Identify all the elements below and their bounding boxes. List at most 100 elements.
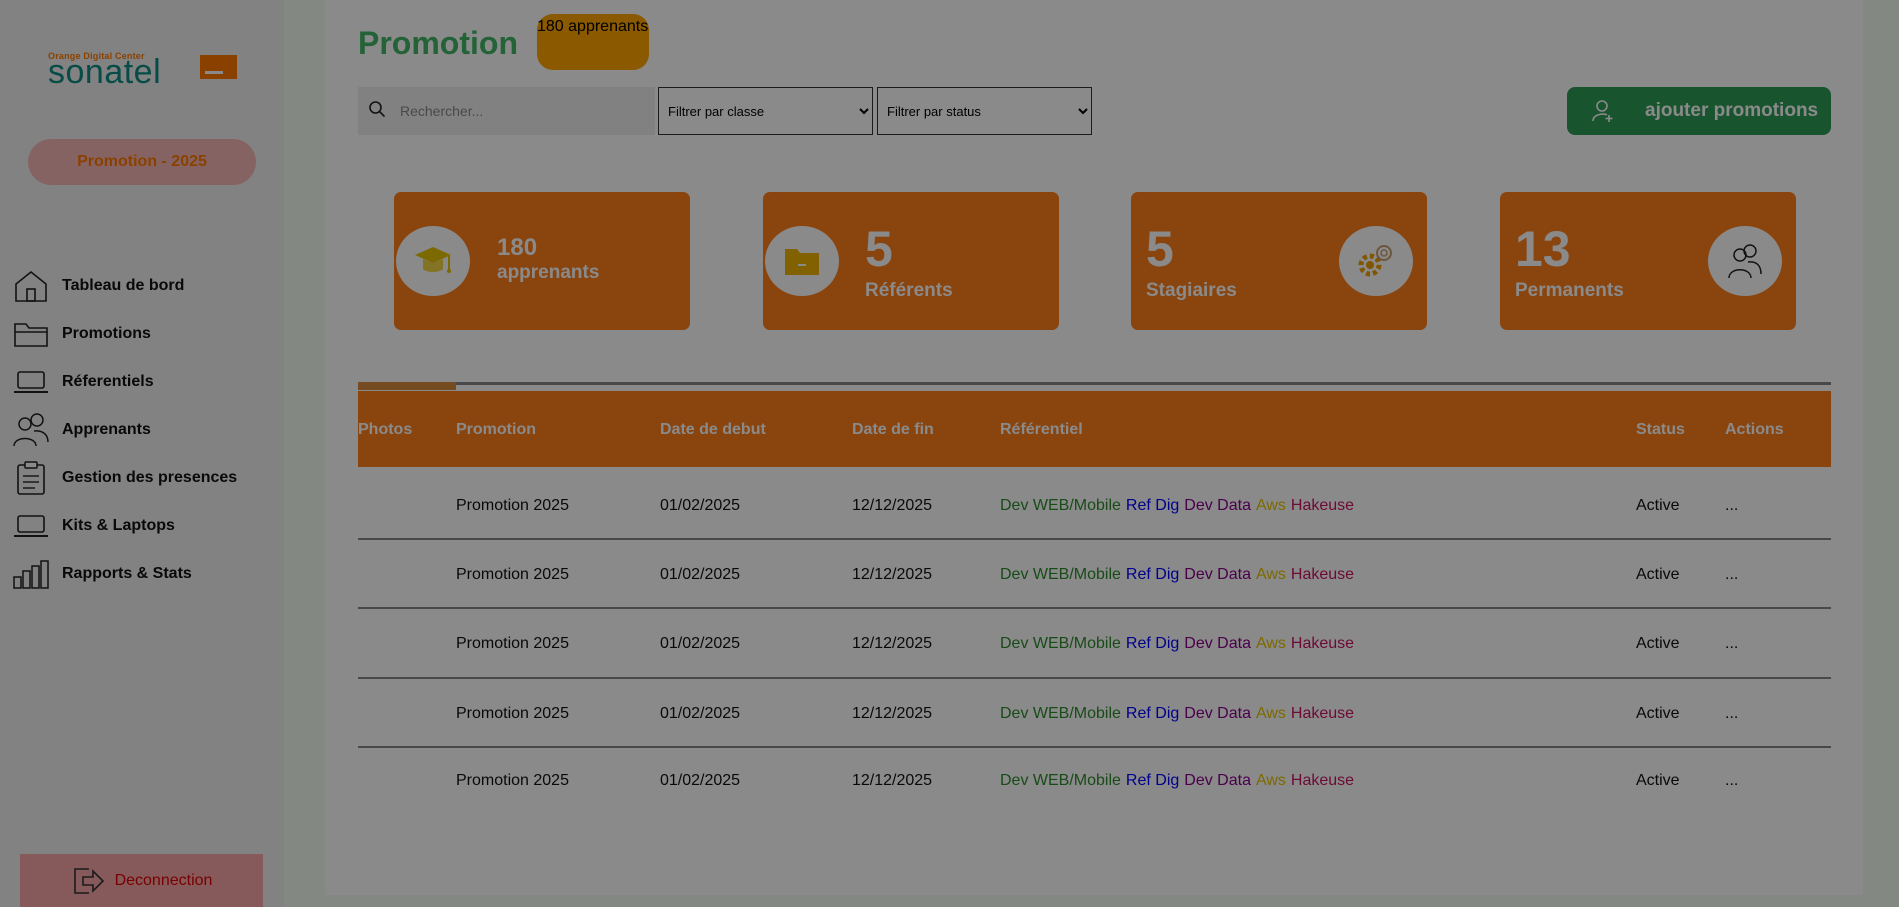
- logo-wordmark: sonatel: [48, 53, 162, 91]
- cell-start-date: 01/02/2025: [660, 705, 741, 722]
- add-promotion-label: ajouter promotions: [1645, 100, 1819, 121]
- current-promotion-badge[interactable]: Promotion - 2025: [28, 139, 256, 185]
- referentiel-tag: Dev Data: [1184, 772, 1251, 789]
- row-actions[interactable]: ...: [1725, 566, 1738, 584]
- column-header-referentiel[interactable]: Référentiel: [1000, 421, 1083, 439]
- row-actions[interactable]: ...: [1725, 705, 1738, 723]
- sidebar-item-label: Tableau de bord: [62, 277, 185, 294]
- cell-referentiels: Dev WEB/Mobile Ref Dig Dev Data Aws Hakeuse: [1000, 635, 1359, 653]
- status-filter-select[interactable]: Filtrer par status: [877, 87, 1092, 135]
- cell-start-date: 01/02/2025: [660, 497, 741, 514]
- referentiel-tag: Dev Data: [1184, 705, 1251, 722]
- referentiel-tag: Hakeuse: [1290, 566, 1355, 583]
- class-filter-select[interactable]: Filtrer par classe: [658, 87, 873, 135]
- column-header-end-date[interactable]: Date de fin: [852, 421, 934, 439]
- cell-start-date: 01/02/2025: [660, 772, 741, 789]
- referentiel-tag: Aws: [1255, 705, 1286, 722]
- table-tab-bar: [358, 382, 1831, 385]
- referentiel-tag: Dev WEB/Mobile: [1000, 635, 1121, 652]
- clipboard-icon: [12, 459, 50, 497]
- referentiel-tag: Hakeuse: [1290, 497, 1355, 514]
- stat-value: 13: [1515, 221, 1571, 277]
- stat-value: 5: [1146, 221, 1174, 277]
- referentiel-tag: Ref Dig: [1125, 772, 1180, 789]
- laptop-icon: [12, 363, 50, 401]
- cell-referentiels: Dev WEB/Mobile Ref Dig Dev Data Aws Hakeuse: [1000, 497, 1359, 515]
- cell-promotion: Promotion 2025: [456, 705, 569, 722]
- table-row[interactable]: Promotion 2025 01/02/2025 12/12/2025 Dev WE…: [358, 471, 1831, 540]
- cell-promotion: Promotion 2025: [456, 772, 569, 789]
- row-actions[interactable]: ...: [1725, 497, 1738, 515]
- cell-promotion: Promotion 2025: [456, 635, 569, 652]
- referentiel-tag: Ref Dig: [1125, 635, 1180, 652]
- logout-label: Deconnection: [114, 871, 213, 889]
- cell-status: Active: [1636, 497, 1680, 514]
- graduation-cap-icon: [396, 226, 470, 296]
- sidebar-item-promotions[interactable]: Promotions: [12, 310, 272, 358]
- column-header-promotion[interactable]: Promotion: [456, 421, 536, 439]
- column-header-photos[interactable]: Photos: [358, 421, 412, 439]
- stat-label: apprenants: [497, 262, 600, 283]
- row-actions[interactable]: ...: [1725, 635, 1738, 653]
- cell-start-date: 01/02/2025: [660, 566, 741, 583]
- referentiel-tag: Dev WEB/Mobile: [1000, 705, 1121, 722]
- sidebar-item-referentiels[interactable]: Réferentiels: [12, 358, 272, 406]
- stat-label: Référents: [865, 280, 953, 301]
- stat-label: Permanents: [1515, 280, 1624, 301]
- orange-logo-square: [200, 55, 237, 79]
- sidebar: Orange Digital Center sonatel Promotion …: [0, 0, 284, 907]
- referentiel-tag: Dev Data: [1184, 497, 1251, 514]
- cell-status: Active: [1636, 635, 1680, 652]
- referentiel-tag: Dev Data: [1184, 635, 1251, 652]
- referentiel-tag: Hakeuse: [1290, 705, 1355, 722]
- add-user-icon: [1591, 99, 1615, 123]
- page-title: Promotion: [358, 25, 518, 61]
- column-header-actions[interactable]: Actions: [1725, 421, 1784, 439]
- logout-button[interactable]: Deconnection: [20, 854, 263, 907]
- referentiel-tag: Dev WEB/Mobile: [1000, 772, 1121, 789]
- sidebar-item-kits-laptops[interactable]: Kits & Laptops: [12, 502, 272, 550]
- bar-chart-icon: [12, 555, 50, 593]
- referentiel-tag: Ref Dig: [1125, 497, 1180, 514]
- sidebar-item-label: Gestion des presences: [62, 469, 238, 486]
- row-actions[interactable]: ...: [1725, 772, 1738, 790]
- table-row[interactable]: Promotion 2025 01/02/2025 12/12/2025 Dev WE…: [358, 679, 1831, 748]
- cell-referentiels: Dev WEB/Mobile Ref Dig Dev Data Aws Hakeuse: [1000, 705, 1359, 723]
- logout-icon: [71, 865, 105, 897]
- referentiel-tag: Dev Data: [1184, 566, 1251, 583]
- table-row[interactable]: Promotion 2025 01/02/2025 12/12/2025 Dev WE…: [358, 748, 1831, 814]
- referentiel-tag: Hakeuse: [1290, 772, 1355, 789]
- table-header: Photos Promotion Date de debut Date de f…: [358, 391, 1831, 469]
- sidebar-item-apprenants[interactable]: Apprenants: [12, 406, 272, 454]
- folder-icon: [765, 226, 839, 296]
- referentiel-tag: Aws: [1255, 497, 1286, 514]
- table-tab-active-indicator[interactable]: [358, 382, 456, 390]
- folder-icon: [12, 315, 50, 353]
- referentiel-tag: Dev WEB/Mobile: [1000, 497, 1121, 514]
- referentiel-tag: Dev WEB/Mobile: [1000, 566, 1121, 583]
- sidebar-item-rapports[interactable]: Rapports & Stats: [12, 550, 272, 598]
- sidebar-item-label: Apprenants: [62, 421, 151, 438]
- stat-label: Stagiaires: [1146, 280, 1237, 301]
- stat-card-permanents: 13 Permanents: [1500, 192, 1796, 330]
- home-icon: [12, 267, 50, 305]
- sidebar-item-label: Promotions: [62, 325, 151, 342]
- stat-card-apprenants: 180 apprenants: [394, 192, 690, 330]
- table-row[interactable]: Promotion 2025 01/02/2025 12/12/2025 Dev WE…: [358, 540, 1831, 609]
- stat-card-referents: 5 Référents: [763, 192, 1059, 330]
- referentiel-tag: Aws: [1255, 772, 1286, 789]
- cell-end-date: 12/12/2025: [852, 772, 933, 789]
- cell-status: Active: [1636, 566, 1680, 583]
- search-input[interactable]: [400, 103, 640, 119]
- sidebar-item-presences[interactable]: Gestion des presences: [12, 454, 272, 502]
- referentiel-tag: Aws: [1255, 635, 1286, 652]
- column-header-start-date[interactable]: Date de debut: [660, 421, 766, 439]
- sidebar-item-dashboard[interactable]: Tableau de bord: [12, 262, 272, 310]
- add-promotion-button[interactable]: ajouter promotions: [1567, 87, 1831, 135]
- referentiel-tag: Aws: [1255, 566, 1286, 583]
- table-row[interactable]: Promotion 2025 01/02/2025 12/12/2025 Dev WE…: [358, 609, 1831, 679]
- cell-status: Active: [1636, 772, 1680, 789]
- cell-end-date: 12/12/2025: [852, 635, 933, 652]
- users-icon: [12, 411, 50, 449]
- column-header-status[interactable]: Status: [1636, 421, 1685, 439]
